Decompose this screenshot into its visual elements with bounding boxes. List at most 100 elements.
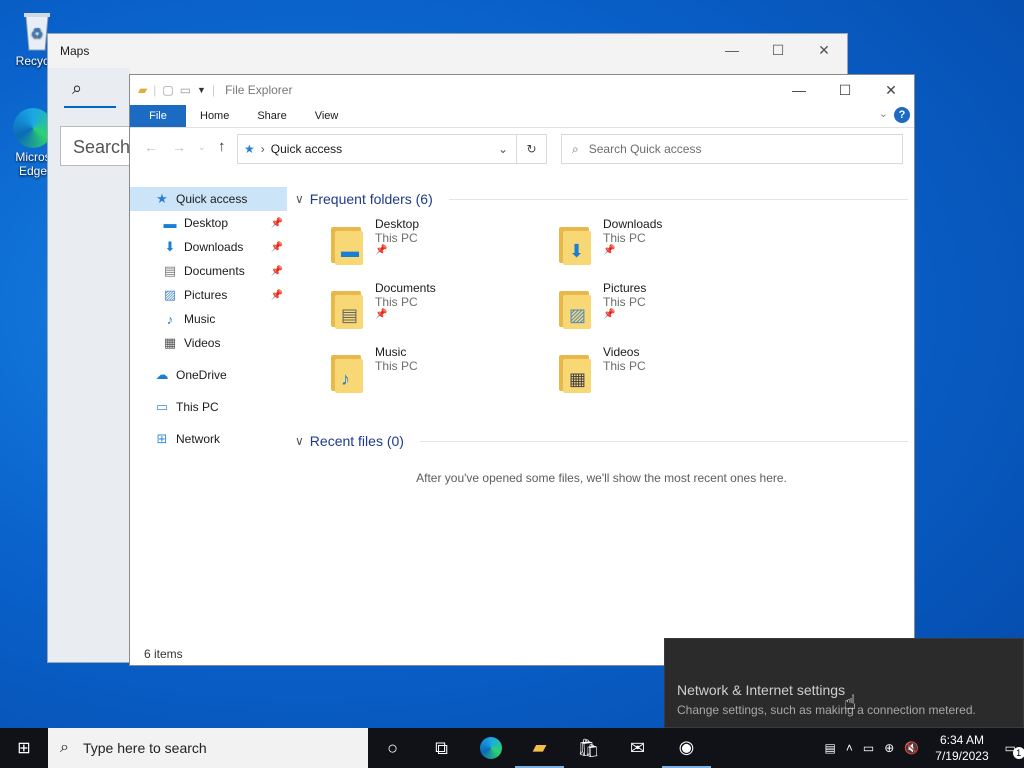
up-arrow-icon[interactable]: ↑: [218, 138, 226, 155]
nav-item-this-pc[interactable]: ▭ This PC: [130, 395, 287, 419]
film-icon: ▦: [163, 335, 177, 350]
close-button[interactable]: ✕: [868, 75, 914, 105]
search-placeholder: Search Quick access: [588, 142, 702, 156]
edge-icon: [479, 737, 502, 759]
download-arrow-icon: ⬇: [569, 241, 585, 261]
folder-item-desktop[interactable]: ▬ Desktop This PC 📌: [331, 217, 559, 281]
back-arrow-icon[interactable]: ←: [144, 139, 158, 155]
search-quick-access-input[interactable]: ⌕ Search Quick access: [561, 134, 903, 164]
nav-label: Documents: [184, 264, 245, 278]
nav-item-quick-access[interactable]: ★ Quick access: [130, 187, 287, 211]
maps-search-icon[interactable]: ⌕: [72, 78, 82, 99]
file-explorer-window[interactable]: ▰ | ▢ ▭ ▼ | File Explorer — ☐ ✕ File Hom…: [129, 74, 915, 666]
nav-item-videos[interactable]: ▦ Videos: [130, 331, 287, 355]
frequent-folders-header[interactable]: ∨ Frequent folders (6): [295, 187, 908, 211]
nav-label: Music: [184, 312, 216, 326]
tab-home[interactable]: Home: [186, 105, 243, 127]
maps-camera-icon: ◉: [678, 736, 695, 757]
network-icon: ⊞: [156, 431, 168, 446]
computer-icon: ▭: [155, 399, 169, 414]
maps-tab-indicator: [64, 106, 116, 108]
volume-muted-icon[interactable]: 🔇: [904, 741, 919, 755]
tab-file[interactable]: File: [130, 105, 186, 127]
music-note-icon: ♪: [166, 311, 174, 327]
network-globe-icon[interactable]: ⊕: [884, 741, 894, 755]
pin-icon: 📌: [603, 245, 616, 256]
tab-share[interactable]: Share: [243, 105, 300, 127]
nav-label: Pictures: [184, 288, 228, 302]
folder-item-documents[interactable]: ▤ Documents This PC 📌: [331, 281, 559, 345]
nav-item-network[interactable]: ⊞ Network: [130, 427, 287, 451]
refresh-icon: ↻: [526, 142, 537, 156]
folder-item-videos[interactable]: ▦ Videos This PC: [559, 345, 787, 409]
maps-minimize-button[interactable]: —: [709, 34, 755, 66]
properties-icon[interactable]: ▢: [162, 83, 173, 97]
tab-view[interactable]: View: [301, 105, 353, 127]
star-icon: ★: [244, 142, 255, 156]
taskbar-search-box[interactable]: ⌕ Type here to search: [48, 728, 368, 768]
taskbar-store-button[interactable]: 🛍: [564, 728, 613, 768]
new-folder-icon[interactable]: ▭: [180, 83, 191, 97]
nav-label: Downloads: [184, 240, 244, 254]
window-title: File Explorer: [225, 83, 293, 97]
content-pane: ∨ Frequent folders (6) ▬ Desktop This PC 📌…: [295, 187, 908, 641]
maximize-button[interactable]: ☐: [822, 75, 868, 105]
nav-item-desktop[interactable]: ▬ Desktop 📌: [130, 211, 287, 235]
picture-icon: ▨: [163, 287, 177, 302]
nav-label: Quick access: [176, 192, 248, 206]
cloud-icon: ☁: [155, 367, 169, 382]
recent-locations-chevron-icon[interactable]: ⌄: [198, 142, 206, 153]
document-icon: ▤: [163, 263, 177, 278]
folder-item-downloads[interactable]: ⬇ Downloads This PC 📌: [559, 217, 787, 281]
nav-label: OneDrive: [176, 368, 227, 382]
start-button[interactable]: ⊞: [0, 728, 48, 768]
chevron-down-icon: ∨: [295, 434, 304, 448]
show-hidden-icons-chevron-icon[interactable]: ˄: [846, 741, 853, 755]
nav-label: Videos: [184, 336, 221, 350]
quick-access-toolbar: ▰ | ▢ ▭ ▼ |: [138, 83, 216, 97]
folder-icon: ▬: [331, 223, 369, 267]
download-arrow-icon: ⬇: [164, 239, 176, 254]
taskbar-file-explorer-button[interactable]: ▰: [515, 728, 564, 768]
music-note-icon: ♪: [341, 369, 350, 389]
system-tray: ▤ ˄ ▭ ⊕ 🔇 6:34 AM 7/19/2023 ▭ 1: [825, 732, 1024, 764]
nav-item-documents[interactable]: ▤ Documents 📌: [130, 259, 287, 283]
recent-files-header[interactable]: ∨ Recent files (0): [295, 429, 908, 453]
nav-item-downloads[interactable]: ⬇ Downloads 📌: [130, 235, 287, 259]
search-icon: ⌕: [60, 739, 69, 756]
expand-ribbon-chevron-icon[interactable]: ⌄: [879, 107, 888, 120]
navigation-pane: ★ Quick access ▬ Desktop 📌 ⬇ Downloads 📌…: [130, 187, 287, 641]
section-divider: [419, 440, 908, 442]
news-widget-icon[interactable]: ▤: [825, 741, 836, 755]
folder-name: Desktop: [375, 217, 420, 231]
taskbar-maps-button[interactable]: ◉: [662, 728, 711, 768]
action-center-icon[interactable]: ▭ 1: [1005, 741, 1024, 759]
maps-close-button[interactable]: ✕: [801, 34, 847, 66]
nav-item-music[interactable]: ♪ Music: [130, 307, 287, 331]
folder-item-music[interactable]: ♪ Music This PC: [331, 345, 559, 409]
customize-toolbar-chevron-icon[interactable]: ▼: [197, 85, 206, 95]
meet-now-icon[interactable]: ▭: [863, 741, 874, 755]
folder-location: This PC: [603, 231, 646, 245]
taskbar-mail-button[interactable]: ✉: [613, 728, 662, 768]
toast-title: Network & Internet settings: [677, 682, 846, 698]
maps-maximize-button[interactable]: ☐: [755, 34, 801, 66]
nav-item-onedrive[interactable]: ☁ OneDrive: [130, 363, 287, 387]
task-view-button[interactable]: ⧉: [417, 728, 466, 768]
taskbar-edge-button[interactable]: [466, 728, 515, 768]
nav-item-pictures[interactable]: ▨ Pictures 📌: [130, 283, 287, 307]
nav-label: Desktop: [184, 216, 229, 230]
address-dropdown-chevron-icon[interactable]: ⌄: [498, 142, 508, 156]
address-bar[interactable]: ★ › Quick access ⌄: [237, 134, 517, 164]
taskbar-search-placeholder: Type here to search: [82, 740, 207, 756]
folder-item-pictures[interactable]: ▨ Pictures This PC 📌: [559, 281, 787, 345]
folder-name: Music: [375, 345, 407, 359]
clock[interactable]: 6:34 AM 7/19/2023: [935, 732, 988, 764]
minimize-button[interactable]: —: [776, 75, 822, 105]
forward-arrow-icon[interactable]: →: [172, 139, 186, 155]
folder-location: This PC: [603, 295, 646, 309]
refresh-button[interactable]: ↻: [517, 134, 547, 164]
help-icon[interactable]: ?: [894, 107, 910, 123]
cortana-button[interactable]: ○: [368, 728, 417, 768]
folder-name: Downloads: [603, 217, 663, 231]
